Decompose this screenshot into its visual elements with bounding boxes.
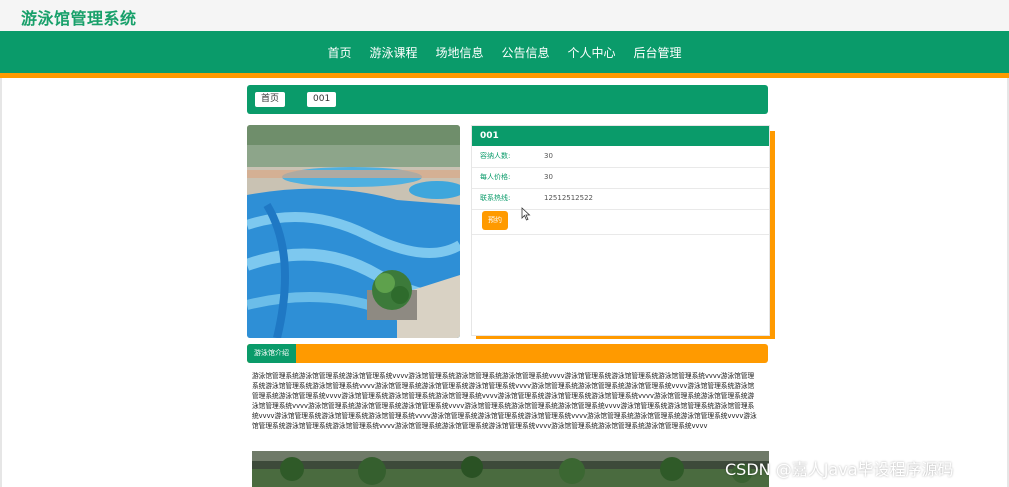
intro-text: 游泳馆管理系统游泳馆管理系统游泳馆管理系统vvvv游泳馆管理系统游泳馆管理系统游… [252,372,757,430]
venue-info-panel: 001 容纳人数: 30 每人价格: 30 联系热线: 12512512522 … [471,125,770,336]
info-row-capacity: 容纳人数: 30 [472,146,769,168]
info-divider [472,234,769,235]
intro-header: 游泳馆介绍 [247,344,768,363]
nav-item-courses[interactable]: 游泳课程 [369,44,417,61]
intro-tab[interactable]: 游泳馆介绍 [247,344,296,363]
nav-item-home[interactable]: 首页 [327,44,351,61]
breadcrumb-home[interactable]: 首页 [255,92,286,107]
price-value: 30 [544,173,553,181]
venue-title: 001 [472,126,769,146]
watermark-text: CSDN @嘉人Java毕设程序源码 [725,460,954,479]
price-label: 每人价格: [480,173,511,181]
book-button[interactable]: 预约 [482,211,508,230]
nav-item-admin[interactable]: 后台管理 [634,44,682,61]
top-bar: 游泳馆管理系统 [0,0,1009,31]
hotline-value: 12512512522 [544,194,593,202]
capacity-value: 30 [544,152,553,160]
info-row-hotline: 联系热线: 12512512522 [472,188,769,210]
venue-photo [247,125,460,338]
nav-accent-strip [0,73,1009,78]
nav-item-venues[interactable]: 场地信息 [435,44,483,61]
capacity-label: 容纳人数: [480,152,511,160]
info-row-price: 每人价格: 30 [472,167,769,189]
nav-item-announcements[interactable]: 公告信息 [502,44,550,61]
nav-item-profile[interactable]: 个人中心 [568,44,616,61]
main-nav: 首页 游泳课程 场地信息 公告信息 个人中心 后台管理 [0,31,1009,73]
mouse-cursor-icon [521,207,531,221]
breadcrumb-current: 001 [307,92,337,107]
hotline-label: 联系热线: [480,194,511,202]
intro-photo [252,451,769,487]
site-title: 游泳馆管理系统 [21,9,137,28]
breadcrumb: 首页 001 [247,85,768,114]
